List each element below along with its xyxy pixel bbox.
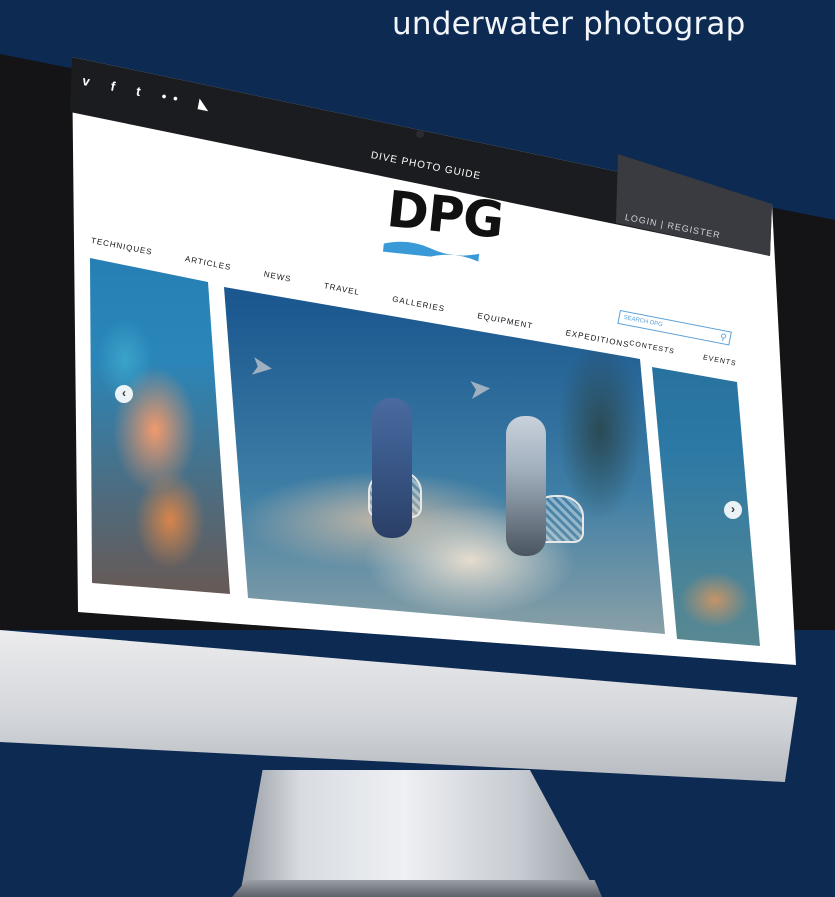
page-headline: underwater photograp <box>392 6 746 42</box>
flickr-icon[interactable]: •• <box>160 88 186 107</box>
search-icon[interactable]: ⚲ <box>719 331 728 344</box>
shark-shape: ➤ <box>247 349 276 384</box>
diver-shape <box>372 398 412 538</box>
slider-next-button[interactable]: › <box>724 501 742 519</box>
monitor-stand <box>239 770 599 897</box>
vimeo-icon[interactable]: v <box>81 73 98 90</box>
webcam <box>416 130 424 138</box>
shark-shape: ➤ <box>466 372 493 405</box>
diver-shape <box>506 416 546 556</box>
site-logo[interactable]: DPG <box>382 180 506 264</box>
logo-text: DPG <box>384 180 506 250</box>
rss-icon[interactable]: ◣ <box>197 96 217 115</box>
facebook-icon[interactable]: f <box>109 79 123 96</box>
twitter-icon[interactable]: t <box>135 83 149 100</box>
slider-prev-button[interactable]: ‹ <box>115 385 133 403</box>
monitor-stand-base <box>232 880 602 897</box>
